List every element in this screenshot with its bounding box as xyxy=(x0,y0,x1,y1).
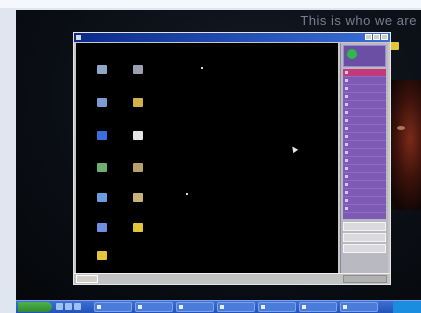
side-panel-item[interactable] xyxy=(343,93,386,101)
side-panel-header[interactable] xyxy=(343,45,386,67)
side-panel-list xyxy=(343,69,386,219)
window-icon xyxy=(76,35,81,40)
network-icon xyxy=(97,98,107,107)
desktop-icon[interactable] xyxy=(120,131,156,141)
maximize-button[interactable] xyxy=(373,34,380,40)
desktop-icon[interactable] xyxy=(120,65,156,75)
app-icon xyxy=(133,163,143,172)
taskbar-button[interactable] xyxy=(176,302,214,312)
taskbar-button[interactable] xyxy=(340,302,378,312)
side-panel-item[interactable] xyxy=(343,189,386,197)
side-panel-item[interactable] xyxy=(343,69,386,77)
host-desktop: This is who we are xyxy=(16,10,421,300)
minimize-button[interactable] xyxy=(365,34,372,40)
clock xyxy=(393,301,421,313)
shortcut-icon xyxy=(97,223,107,232)
archive-icon xyxy=(133,193,143,202)
desktop-icon[interactable] xyxy=(84,65,120,75)
mouse-cursor xyxy=(289,144,299,154)
document-icon xyxy=(133,131,143,140)
taskbar-tasks xyxy=(94,302,378,312)
desktop-icon[interactable] xyxy=(84,98,120,108)
taskbar-button[interactable] xyxy=(217,302,255,312)
side-panel-item[interactable] xyxy=(343,149,386,157)
media-icon[interactable] xyxy=(74,303,81,310)
recycle-icon xyxy=(97,163,107,172)
taskbar-button[interactable] xyxy=(94,302,132,312)
pixel-dot xyxy=(186,193,188,195)
folder-icon xyxy=(133,223,143,232)
side-panel-button[interactable] xyxy=(343,244,386,253)
close-button[interactable] xyxy=(381,34,388,40)
side-panel-button[interactable] xyxy=(343,222,386,231)
remote-desktop-window[interactable] xyxy=(73,32,391,285)
remote-window-titlebar[interactable] xyxy=(74,33,390,42)
desktop-icon[interactable] xyxy=(84,131,120,141)
pixel-dot xyxy=(201,67,203,69)
outlook-icon xyxy=(97,193,107,202)
side-panel-buttons xyxy=(343,222,386,253)
desktop-icon[interactable] xyxy=(84,193,120,203)
folder-icon xyxy=(97,251,107,260)
taskbar-button[interactable] xyxy=(299,302,337,312)
side-panel-item[interactable] xyxy=(343,109,386,117)
side-panel-button[interactable] xyxy=(343,233,386,242)
wallpaper-text: This is who we are xyxy=(300,13,417,28)
desktop-icon[interactable] xyxy=(120,163,156,173)
side-panel-item[interactable] xyxy=(343,157,386,165)
app-logo-icon xyxy=(347,49,357,59)
remote-desktop-area[interactable] xyxy=(76,43,338,275)
taskbar-button[interactable] xyxy=(135,302,173,312)
user-icon xyxy=(133,65,143,74)
side-panel-item[interactable] xyxy=(343,165,386,173)
desktop-icon[interactable] xyxy=(120,193,156,203)
side-panel-item[interactable] xyxy=(343,101,386,109)
host-taskbar xyxy=(16,300,421,313)
desktop-icon[interactable] xyxy=(65,303,72,310)
side-panel-item[interactable] xyxy=(343,85,386,93)
tools-icon xyxy=(133,98,143,107)
desktop-icon[interactable] xyxy=(84,163,120,173)
side-panel-item[interactable] xyxy=(343,125,386,133)
remote-start-button[interactable] xyxy=(76,275,98,283)
side-panel-item[interactable] xyxy=(343,133,386,141)
ie-icon[interactable] xyxy=(56,303,63,310)
desktop-icon[interactable] xyxy=(84,223,120,233)
desktop-icon[interactable] xyxy=(120,223,156,233)
side-panel-item[interactable] xyxy=(343,117,386,125)
taskbar-button[interactable] xyxy=(258,302,296,312)
side-panel xyxy=(340,43,388,275)
quick-launch xyxy=(56,303,81,310)
side-panel-item[interactable] xyxy=(343,205,386,213)
my-computer-icon xyxy=(97,65,107,74)
remote-system-tray xyxy=(343,275,387,283)
side-panel-item[interactable] xyxy=(343,173,386,181)
side-panel-item[interactable] xyxy=(343,141,386,149)
remote-taskbar xyxy=(74,273,390,284)
side-panel-item[interactable] xyxy=(343,181,386,189)
side-panel-item[interactable] xyxy=(343,77,386,85)
photo-frame: This is who we are xyxy=(0,0,421,313)
desktop-icon[interactable] xyxy=(120,98,156,108)
start-button[interactable] xyxy=(18,302,52,312)
desktop-icon[interactable] xyxy=(84,251,120,261)
side-panel-item[interactable] xyxy=(343,197,386,205)
ie-icon xyxy=(97,131,107,140)
